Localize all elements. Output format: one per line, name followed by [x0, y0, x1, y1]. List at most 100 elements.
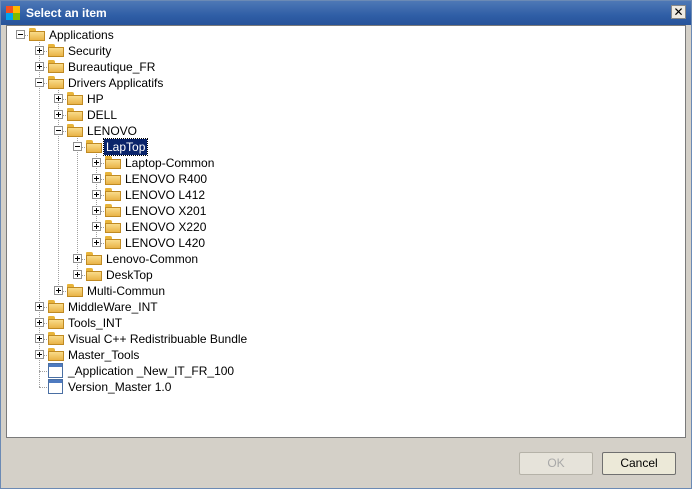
tree-node-label[interactable]: Master_Tools — [66, 347, 141, 363]
tree-node[interactable]: Tools_INT — [7, 315, 677, 331]
tree-node-label[interactable]: LENOVO X201 — [123, 203, 208, 219]
tree-node-label[interactable]: DELL — [85, 107, 119, 123]
ok-button[interactable]: OK — [519, 452, 593, 475]
tree-node[interactable]: LENOVO — [7, 123, 677, 139]
tree-node-label[interactable]: HP — [85, 91, 106, 107]
tree-node-label[interactable]: DeskTop — [104, 267, 155, 283]
expand-plus-icon[interactable] — [92, 206, 101, 215]
expand-plus-icon[interactable] — [35, 334, 44, 343]
expand-plus-icon[interactable] — [92, 238, 101, 247]
folder-icon — [48, 300, 64, 313]
folder-icon — [86, 252, 102, 265]
tree-node-label[interactable]: Applications — [47, 27, 116, 43]
tree-node[interactable]: LENOVO L412 — [7, 187, 677, 203]
tree-node[interactable]: MiddleWare_INT — [7, 299, 677, 315]
expand-plus-icon[interactable] — [73, 254, 82, 263]
expand-plus-icon[interactable] — [35, 302, 44, 311]
expand-plus-icon[interactable] — [35, 318, 44, 327]
expand-plus-icon[interactable] — [35, 62, 44, 71]
tree-node-label[interactable]: Tools_INT — [66, 315, 124, 331]
tree-node[interactable]: LapTop — [7, 138, 677, 156]
expand-plus-icon[interactable] — [54, 110, 63, 119]
tree-node[interactable]: LENOVO X220 — [7, 219, 677, 235]
tree-node[interactable]: Master_Tools — [7, 347, 677, 363]
tree-node[interactable]: Visual C++ Redistribuable Bundle — [7, 331, 677, 347]
expand-plus-icon[interactable] — [92, 158, 101, 167]
tree-node[interactable]: DELL — [7, 107, 677, 123]
close-icon: ✕ — [673, 5, 684, 19]
folder-icon — [105, 156, 121, 169]
folder-icon — [67, 92, 83, 105]
folder-icon — [48, 60, 64, 73]
expand-plus-icon[interactable] — [54, 286, 63, 295]
folder-icon — [67, 284, 83, 297]
expand-plus-icon[interactable] — [35, 350, 44, 359]
collapse-minus-icon[interactable] — [54, 126, 63, 135]
tree-node-label[interactable]: MiddleWare_INT — [66, 299, 160, 315]
tree-node-label[interactable]: LENOVO X220 — [123, 219, 208, 235]
tree-node[interactable]: LENOVO X201 — [7, 203, 677, 219]
tree-node-label[interactable]: LENOVO R400 — [123, 171, 209, 187]
title-bar[interactable]: Select an item ✕ — [1, 1, 691, 25]
collapse-minus-icon[interactable] — [73, 142, 82, 151]
tree-node-label[interactable]: _Application _New_IT_FR_100 — [66, 363, 236, 379]
cancel-button[interactable]: Cancel — [602, 452, 676, 475]
tree-node-label[interactable]: LENOVO — [85, 123, 139, 139]
tree-node[interactable]: Laptop-Common — [7, 155, 677, 171]
cancel-button-label: Cancel — [620, 456, 658, 470]
expand-plus-icon[interactable] — [92, 222, 101, 231]
expand-plus-icon[interactable] — [92, 190, 101, 199]
tree-node[interactable]: Applications — [7, 27, 677, 43]
folder-icon — [48, 44, 64, 57]
tree-node-label[interactable]: Visual C++ Redistribuable Bundle — [66, 331, 249, 347]
tree-node[interactable]: LENOVO R400 — [7, 171, 677, 187]
file-icon — [48, 363, 63, 378]
folder-icon — [105, 172, 121, 185]
expand-plus-icon[interactable] — [73, 270, 82, 279]
folder-icon — [48, 348, 64, 361]
collapse-minus-icon[interactable] — [35, 78, 44, 87]
tree-node-label[interactable]: Laptop-Common — [123, 155, 216, 171]
tree-node-label[interactable]: Drivers Applicatifs — [66, 75, 165, 91]
collapse-minus-icon[interactable] — [16, 30, 25, 39]
folder-icon — [67, 124, 83, 137]
window-title: Select an item — [26, 6, 107, 20]
tree-node-label[interactable]: Lenovo-Common — [104, 251, 200, 267]
folder-icon — [86, 268, 102, 281]
app-icon — [6, 6, 20, 20]
tree-node-label-selected[interactable]: LapTop — [102, 138, 149, 156]
tree-node-label[interactable]: LENOVO L420 — [123, 235, 207, 251]
folder-icon — [105, 236, 121, 249]
tree-node[interactable]: DeskTop — [7, 267, 677, 283]
tree-node-label[interactable]: Multi-Commun — [85, 283, 167, 299]
tree-node-label[interactable]: Security — [66, 43, 113, 59]
folder-icon — [48, 316, 64, 329]
tree-node[interactable]: Lenovo-Common — [7, 251, 677, 267]
folder-icon — [48, 332, 64, 345]
folder-icon — [86, 140, 102, 153]
tree-node[interactable]: Security — [7, 43, 677, 59]
close-button[interactable]: ✕ — [671, 5, 686, 19]
tree-node[interactable]: LENOVO L420 — [7, 235, 677, 251]
expand-plus-icon[interactable] — [35, 46, 44, 55]
folder-icon — [105, 188, 121, 201]
folder-icon — [67, 108, 83, 121]
tree-node[interactable]: Drivers Applicatifs — [7, 75, 677, 91]
tree-node[interactable]: HP — [7, 91, 677, 107]
item-tree-view[interactable]: Applications Security Bureautique_FR Driver… — [6, 25, 686, 438]
expand-plus-icon[interactable] — [54, 94, 63, 103]
folder-icon — [29, 28, 45, 41]
tree-node-label[interactable]: Bureautique_FR — [66, 59, 157, 75]
folder-icon — [105, 204, 121, 217]
folder-icon — [48, 76, 64, 89]
tree-node[interactable]: Multi-Commun — [7, 283, 677, 299]
tree-node-label[interactable]: Version_Master 1.0 — [66, 379, 173, 395]
tree-node[interactable]: _Application _New_IT_FR_100 — [7, 363, 677, 379]
folder-icon — [105, 220, 121, 233]
tree-node[interactable]: Bureautique_FR — [7, 59, 677, 75]
expand-plus-icon[interactable] — [92, 174, 101, 183]
tree-node[interactable]: Version_Master 1.0 — [7, 379, 677, 395]
select-item-dialog: Select an item ✕ Applications Security Bur… — [0, 0, 692, 489]
tree-node-label[interactable]: LENOVO L412 — [123, 187, 207, 203]
ok-button-label: OK — [547, 456, 565, 470]
